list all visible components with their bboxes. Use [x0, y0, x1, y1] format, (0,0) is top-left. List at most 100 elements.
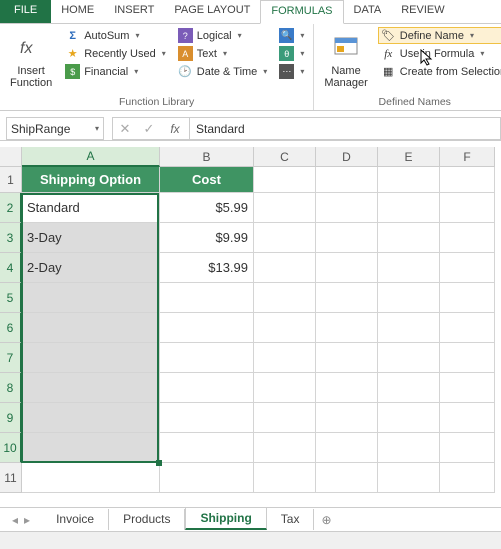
cell[interactable] — [316, 167, 378, 193]
row-header[interactable]: 2 — [0, 193, 22, 223]
cell[interactable] — [22, 283, 160, 313]
financial-button[interactable]: $Financial▾ — [62, 63, 169, 80]
tab-review[interactable]: REVIEW — [391, 0, 454, 23]
cell[interactable] — [160, 283, 254, 313]
cell[interactable] — [160, 313, 254, 343]
lookup-button[interactable]: 🔍▾ — [276, 27, 307, 44]
cell[interactable] — [160, 463, 254, 493]
cell[interactable]: $5.99 — [160, 193, 254, 223]
cell[interactable]: $13.99 — [160, 253, 254, 283]
col-header-a[interactable]: A — [22, 147, 160, 167]
tab-formulas[interactable]: FORMULAS — [260, 0, 343, 24]
cell[interactable] — [440, 373, 495, 403]
row-header[interactable]: 4 — [0, 253, 22, 283]
cell[interactable] — [316, 313, 378, 343]
cell[interactable] — [440, 223, 495, 253]
row-header[interactable]: 8 — [0, 373, 22, 403]
cell[interactable] — [440, 403, 495, 433]
cell[interactable] — [254, 403, 316, 433]
cell[interactable] — [316, 253, 378, 283]
enter-formula-button[interactable]: ✓ — [137, 121, 161, 137]
cell[interactable] — [254, 223, 316, 253]
cell[interactable] — [254, 373, 316, 403]
cell[interactable] — [378, 283, 440, 313]
cell[interactable] — [378, 193, 440, 223]
sheet-tab-invoice[interactable]: Invoice — [42, 509, 109, 530]
cell[interactable]: 2-Day — [22, 253, 160, 283]
cell[interactable] — [22, 433, 160, 463]
cell[interactable]: Cost — [160, 167, 254, 193]
selection-handle[interactable] — [156, 460, 162, 466]
col-header-e[interactable]: E — [378, 147, 440, 167]
chevron-down-icon[interactable]: ▾ — [95, 124, 99, 133]
cell[interactable]: Shipping Option — [22, 167, 160, 193]
cell[interactable] — [378, 373, 440, 403]
cell[interactable] — [160, 343, 254, 373]
sheet-tab-tax[interactable]: Tax — [267, 509, 315, 530]
use-in-formula-button[interactable]: fxUse in Formula▾ — [378, 45, 501, 62]
cell[interactable] — [316, 343, 378, 373]
cell[interactable]: 3-Day — [22, 223, 160, 253]
cell[interactable] — [254, 313, 316, 343]
cancel-formula-button[interactable]: ✕ — [113, 121, 137, 137]
cell[interactable] — [316, 193, 378, 223]
cell[interactable] — [378, 313, 440, 343]
math-button[interactable]: θ▾ — [276, 45, 307, 62]
cell[interactable]: $9.99 — [160, 223, 254, 253]
formula-input[interactable]: Standard — [189, 117, 501, 140]
col-header-b[interactable]: B — [160, 147, 254, 167]
cell[interactable] — [254, 193, 316, 223]
cell[interactable] — [378, 253, 440, 283]
tab-data[interactable]: DATA — [344, 0, 392, 23]
sheet-tab-shipping[interactable]: Shipping — [185, 507, 266, 530]
row-header[interactable]: 7 — [0, 343, 22, 373]
row-header[interactable]: 5 — [0, 283, 22, 313]
sheet-nav-prev[interactable]: ◂ — [12, 513, 18, 527]
cell[interactable] — [316, 373, 378, 403]
recently-used-button[interactable]: ★Recently Used▾ — [62, 45, 169, 62]
row-header[interactable]: 10 — [0, 433, 22, 463]
cell[interactable] — [378, 403, 440, 433]
cell[interactable] — [378, 223, 440, 253]
cell[interactable] — [316, 403, 378, 433]
cell[interactable] — [440, 313, 495, 343]
row-header[interactable]: 3 — [0, 223, 22, 253]
cell[interactable] — [22, 343, 160, 373]
col-header-f[interactable]: F — [440, 147, 495, 167]
tab-file[interactable]: FILE — [0, 0, 51, 23]
insert-function-button[interactable]: fx Insert Function — [6, 27, 56, 94]
cell[interactable] — [378, 463, 440, 493]
sheet-nav-next[interactable]: ▸ — [24, 513, 30, 527]
cell[interactable] — [254, 167, 316, 193]
cell[interactable] — [440, 283, 495, 313]
logical-button[interactable]: ?Logical▾ — [175, 27, 271, 44]
cell[interactable] — [22, 403, 160, 433]
sheet-tab-products[interactable]: Products — [109, 509, 185, 530]
cell[interactable] — [254, 433, 316, 463]
cell[interactable] — [378, 167, 440, 193]
horizontal-scrollbar[interactable] — [0, 531, 501, 549]
more-functions-button[interactable]: ⋯▾ — [276, 63, 307, 80]
cell[interactable] — [378, 433, 440, 463]
col-header-d[interactable]: D — [316, 147, 378, 167]
cell[interactable] — [316, 463, 378, 493]
cell[interactable] — [22, 373, 160, 403]
cell[interactable] — [316, 433, 378, 463]
tab-home[interactable]: HOME — [51, 0, 104, 23]
define-name-button[interactable]: 🏷Define Name▾ — [378, 27, 501, 44]
select-all-corner[interactable] — [0, 147, 22, 167]
row-header[interactable]: 9 — [0, 403, 22, 433]
cell[interactable] — [316, 283, 378, 313]
cell[interactable] — [254, 343, 316, 373]
row-header[interactable]: 11 — [0, 463, 22, 493]
cell[interactable] — [22, 463, 160, 493]
cell[interactable] — [22, 313, 160, 343]
cell[interactable] — [254, 463, 316, 493]
add-sheet-button[interactable]: ⊕ — [314, 513, 338, 527]
cell[interactable] — [440, 167, 495, 193]
cell[interactable] — [440, 433, 495, 463]
date-time-button[interactable]: 🕑Date & Time▾ — [175, 63, 271, 80]
name-manager-button[interactable]: Name Manager — [320, 27, 371, 94]
row-header[interactable]: 1 — [0, 167, 22, 193]
autosum-button[interactable]: ΣAutoSum▾ — [62, 27, 169, 44]
